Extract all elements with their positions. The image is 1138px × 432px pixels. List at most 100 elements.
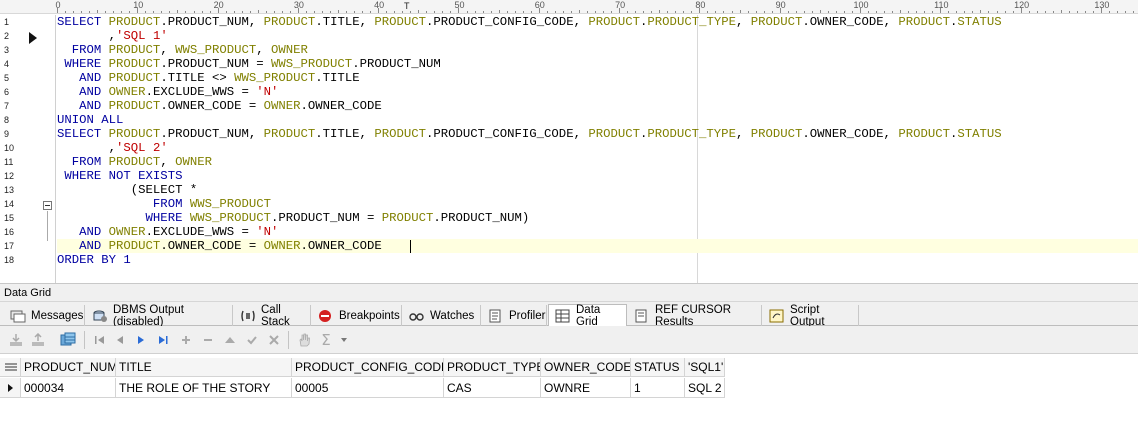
code-token: .PRODUCT_NUM [352, 57, 441, 71]
tab-data-grid[interactable]: Data Grid [548, 304, 627, 328]
code-token: .PRODUCT_NUM, [160, 127, 264, 141]
ruler-tick [1037, 11, 1038, 13]
line-number: 16 [4, 227, 15, 237]
line-number: 3 [4, 45, 10, 55]
results-data-grid[interactable]: PRODUCT_NUM TITLE PRODUCT_CONFIG_CODE PRODU… [0, 354, 1138, 432]
ruler-tick [402, 11, 403, 13]
column-header[interactable]: 'SQL1' [685, 358, 725, 377]
ruler-tick [884, 11, 885, 13]
line-number: 18 [4, 255, 15, 265]
ruler-tick [185, 11, 186, 13]
code-line: ORDER BY 1 [57, 253, 131, 267]
insert-record-icon[interactable] [178, 332, 194, 348]
tab-label: DBMS Output (disabled) [113, 303, 184, 328]
table-cell[interactable]: CAS [444, 378, 541, 398]
chevron-down-icon[interactable] [336, 332, 352, 348]
ruler-tick [1013, 11, 1014, 13]
code-token: (SELECT * [57, 183, 198, 197]
ruler-tick [362, 11, 363, 13]
tab-breakpoints[interactable]: Breakpoints [312, 305, 402, 326]
code-token: WWS_PRODUCT [189, 197, 272, 211]
ruler-tick [723, 11, 724, 13]
ruler-tick [924, 11, 925, 13]
post-edit-icon[interactable] [244, 332, 260, 348]
tab-call-stack[interactable]: Call Stack [234, 304, 311, 328]
ruler-tick [202, 11, 203, 13]
line-number: 1 [4, 17, 10, 27]
column-header[interactable]: TITLE [116, 358, 292, 377]
last-record-icon[interactable] [155, 332, 171, 348]
line-number: 8 [4, 115, 10, 125]
tab-watches[interactable]: Watches [403, 305, 481, 326]
code-token: PRODUCT [263, 15, 316, 29]
ruler-tick [675, 11, 676, 13]
ruler-tick [1117, 11, 1118, 13]
edit-record-icon[interactable] [222, 332, 238, 348]
ruler-tick [892, 11, 893, 13]
ruler-tick [507, 11, 508, 13]
code-token: OWNER [263, 239, 301, 253]
column-header[interactable]: STATUS [631, 358, 685, 377]
line-number: 5 [4, 73, 10, 83]
ruler-tick [113, 11, 114, 13]
ruler-tick [1029, 11, 1030, 13]
line-number: 11 [4, 157, 14, 167]
ruler-tick [169, 11, 170, 13]
tab-profiler[interactable]: Profiler [482, 305, 547, 326]
ruler-tick [226, 11, 227, 13]
import-icon[interactable] [8, 332, 24, 348]
ruler-tick [515, 11, 516, 13]
hand-drag-icon[interactable] [296, 332, 312, 348]
tab-dbms-output-disabled[interactable]: DBMS Output (disabled) [86, 303, 233, 328]
line-number: 6 [4, 87, 10, 97]
code-area[interactable]: SELECT PRODUCT.PRODUCT_NUM, PRODUCT.TITL… [57, 15, 1138, 283]
ruler-tick [804, 11, 805, 13]
table-cell[interactable]: 1 [631, 378, 685, 398]
text-caret [410, 240, 411, 253]
code-token: , [735, 15, 751, 29]
ruler-tick [258, 10, 259, 13]
first-record-icon[interactable] [92, 332, 108, 348]
column-header[interactable]: PRODUCT_CONFIG_CODE [292, 358, 444, 377]
code-token: STATUS [957, 127, 1002, 141]
ruler-tick [434, 11, 435, 13]
delete-record-icon[interactable] [200, 332, 216, 348]
tab-script-output[interactable]: Script Output [763, 304, 859, 328]
code-token: WWS_PRODUCT [189, 211, 272, 225]
next-record-icon[interactable] [133, 332, 149, 348]
data-grid-options-icon[interactable] [60, 332, 76, 348]
ruler-tick [715, 11, 716, 13]
table-cell[interactable]: OWNRE [541, 378, 631, 398]
table-cell[interactable]: 00005 [292, 378, 444, 398]
cancel-edit-icon[interactable] [266, 332, 282, 348]
ruler-tick [988, 11, 989, 13]
fold-collapse-icon[interactable] [43, 201, 52, 210]
code-token: .OWNER_CODE, [802, 127, 899, 141]
export-icon[interactable] [30, 332, 46, 348]
sum-icon[interactable]: Σ [318, 331, 334, 349]
code-token: PRODUCT [381, 211, 434, 225]
ruler-tick [635, 11, 636, 13]
ruler-tick [177, 10, 178, 13]
tab-ref-cursor-results[interactable]: REF CURSOR Results [628, 304, 762, 328]
grid-corner-menu-icon[interactable] [0, 358, 21, 377]
tab-messages[interactable]: Messages [4, 305, 85, 326]
column-header[interactable]: PRODUCT_NUM [21, 358, 116, 377]
prior-record-icon[interactable] [112, 332, 128, 348]
line-number: 13 [4, 185, 15, 195]
column-header[interactable]: OWNER_CODE [541, 358, 631, 377]
code-line: AND OWNER.EXCLUDE_WWS = 'N' [57, 85, 278, 99]
code-token: 'N' [256, 85, 279, 99]
ruler-tick [137, 8, 138, 13]
table-cell[interactable]: 000034 [21, 378, 116, 398]
ruler-tick [161, 11, 162, 13]
code-token: PRODUCT [108, 71, 161, 85]
column-header[interactable]: PRODUCT_TYPE [444, 358, 541, 377]
table-cell[interactable]: SQL 2 [685, 378, 725, 398]
sql-editor[interactable]: T 0 10 20 30 40 50 60 70 80 90 100 110 120 130 123456… [0, 0, 1138, 283]
table-cell[interactable]: THE ROLE OF THE STORY [116, 378, 292, 398]
line-number: 12 [4, 171, 15, 181]
ruler-tick [73, 11, 74, 13]
ruler-tick [394, 11, 395, 13]
ruler-tick [908, 11, 909, 13]
